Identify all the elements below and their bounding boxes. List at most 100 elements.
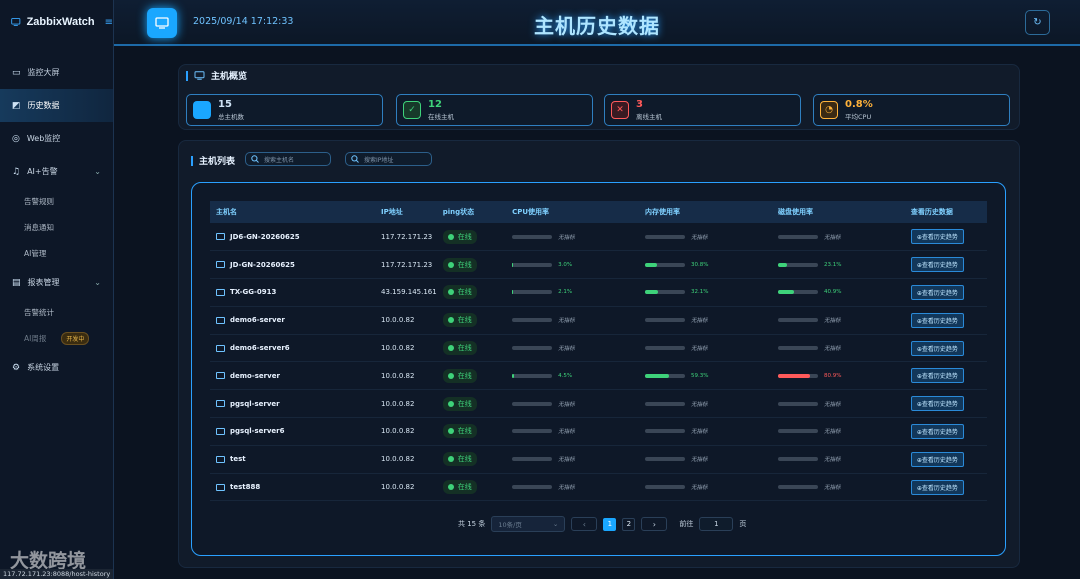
sidebar-item[interactable]: 消息通知 xyxy=(0,214,113,240)
host-name: demo6-server6 xyxy=(230,344,290,353)
usage-track xyxy=(512,401,553,406)
sidebar-item-label: 报表管理 xyxy=(27,278,60,287)
history-cell: ⊕查看历史趋势 xyxy=(905,306,987,334)
globe-icon: ◎ xyxy=(12,133,20,144)
view-history-button[interactable]: ⊕查看历史趋势 xyxy=(910,451,964,467)
table-row: JD-GN-20260625 117.72.171.23 在线 3.0% 30.8% 23… xyxy=(210,251,987,279)
view-history-button[interactable]: ⊕查看历史趋势 xyxy=(910,284,964,300)
ping-status-text: 在线 xyxy=(457,427,472,436)
sidebar-item[interactable]: ⚙ 系统设置 xyxy=(0,351,113,384)
page-button-2[interactable]: 2 xyxy=(622,517,636,531)
view-history-button[interactable]: ⊕查看历史趋势 xyxy=(910,423,964,439)
sidebar-item[interactable]: 告警统计 xyxy=(0,299,113,325)
memory-usage-cell: 32.1% xyxy=(639,279,772,307)
usage-track xyxy=(777,318,818,323)
page-button-1[interactable]: 1 xyxy=(603,517,617,531)
sidebar-item[interactable]: ◩ 历史数据 xyxy=(0,89,113,122)
sidebar-item[interactable]: AI周报 开发中 xyxy=(0,325,113,351)
table-row: JD6-GN-20260625 117.72.171.23 在线 无指标 无指标 无指标 ⊕… xyxy=(210,223,987,251)
memory-usage-cell: 无指标 xyxy=(639,418,772,446)
usage-track xyxy=(777,457,818,462)
host-name-cell: TX-GG-0913 xyxy=(210,279,375,307)
sidebar-item[interactable]: AI管理 xyxy=(0,240,113,266)
sidebar-item-label: 监控大屏 xyxy=(27,68,60,77)
server-icon xyxy=(193,101,211,119)
view-history-button[interactable]: ⊕查看历史趋势 xyxy=(910,479,964,495)
usage-track xyxy=(645,485,685,490)
usage-track xyxy=(777,346,818,351)
pagination: 共 15 条 10条/页 ⌄ ‹ 1 2 › 前往 1 页 xyxy=(458,516,746,532)
sidebar-item[interactable]: ▤ 报表管理 ⌄ xyxy=(0,266,113,299)
sidebar-item[interactable]: ♫ AI+告警 ⌄ xyxy=(0,155,113,188)
screen-toggle-button[interactable] xyxy=(147,8,177,38)
column-header: 主机名 xyxy=(216,208,237,216)
search-host-placeholder: 搜索主机名 xyxy=(264,156,295,164)
memory-usage-cell: 无指标 xyxy=(639,390,772,418)
usage-track xyxy=(512,485,553,490)
host-name: JD-GN-20260625 xyxy=(230,260,295,269)
monitor-icon xyxy=(216,427,225,435)
usage-track xyxy=(777,485,818,490)
menu-toggle-icon[interactable]: ≡ xyxy=(105,17,113,28)
usage-fill xyxy=(777,290,795,295)
monitor-icon xyxy=(216,288,225,296)
chevron-right-icon: › xyxy=(652,519,656,529)
usage-fill xyxy=(645,262,658,267)
search-icon xyxy=(351,155,359,163)
usage-track xyxy=(777,401,818,406)
view-history-button[interactable]: ⊕查看历史趋势 xyxy=(910,340,964,356)
view-history-button[interactable]: ⊕查看历史趋势 xyxy=(910,368,964,384)
usage-meter: 无指标 xyxy=(645,427,772,435)
search-host-input[interactable]: 搜索主机名 xyxy=(245,152,331,166)
usage-value: 40.9% xyxy=(823,289,842,296)
usage-value: 无指标 xyxy=(823,485,841,492)
page-size-select[interactable]: 10条/页 ⌄ xyxy=(491,516,566,532)
refresh-button[interactable]: ↻ xyxy=(1025,10,1050,35)
host-name: test888 xyxy=(230,483,261,492)
usage-fill xyxy=(645,290,658,295)
usage-meter: 无指标 xyxy=(645,316,772,324)
memory-usage-cell: 无指标 xyxy=(639,445,772,473)
next-page-button[interactable]: › xyxy=(641,517,668,531)
cpu-usage-cell: 无指标 xyxy=(506,418,639,446)
ping-status-text: 在线 xyxy=(457,344,472,353)
title-bar-accent xyxy=(186,70,188,81)
sidebar-item[interactable]: 告警规则 xyxy=(0,188,113,214)
sidebar-item[interactable]: ◎ Web监控 xyxy=(0,122,113,155)
host-table-container: 主机名 IP地址 ping状态 CPU使用率 内存使用率 磁盘使用率 查看历史数据 JD6-… xyxy=(191,182,1006,556)
monitor-icon xyxy=(216,261,225,269)
column-header: 查看历史数据 xyxy=(910,208,953,216)
usage-fill xyxy=(512,373,514,378)
cpu-usage-cell: 2.1% xyxy=(506,279,639,307)
monitor-icon xyxy=(216,316,225,324)
ping-cell: 在线 xyxy=(437,334,506,362)
usage-value: 4.5% xyxy=(558,372,573,379)
chevron-left-icon: ‹ xyxy=(582,519,586,529)
search-ip-input[interactable]: 搜索IP地址 xyxy=(345,152,432,166)
monitor-icon xyxy=(216,372,225,380)
view-history-button[interactable]: ⊕查看历史趋势 xyxy=(910,396,964,412)
prev-page-button[interactable]: ‹ xyxy=(571,517,598,531)
table-row: demo-server 10.0.0.82 在线 4.5% 59.3% 80.9% ⊕查看历… xyxy=(210,362,987,390)
usage-value: 无指标 xyxy=(691,346,708,353)
goto-page-input[interactable]: 1 xyxy=(699,517,734,531)
view-history-button[interactable]: ⊕查看历史趋势 xyxy=(910,257,964,273)
view-history-button[interactable]: ⊕查看历史趋势 xyxy=(910,312,964,328)
table-row: pgsql-server6 10.0.0.82 在线 无指标 无指标 无指标 ⊕查看历史趋势 xyxy=(210,418,987,446)
usage-meter: 无指标 xyxy=(777,455,905,463)
usage-fill xyxy=(512,262,514,267)
view-history-button[interactable]: ⊕查看历史趋势 xyxy=(910,229,964,245)
sidebar-item-label: 告警规则 xyxy=(24,196,54,206)
usage-track xyxy=(512,429,553,434)
history-cell: ⊕查看历史趋势 xyxy=(905,362,987,390)
history-cell: ⊕查看历史趋势 xyxy=(905,251,987,279)
title-bar-accent xyxy=(191,155,193,166)
status-dot-icon xyxy=(447,484,454,491)
stat-card-cpu: ◔ 0.8% 平均CPU xyxy=(813,94,1010,126)
ip-cell: 10.0.0.82 xyxy=(381,316,415,325)
sidebar-item[interactable]: ▭ 监控大屏 xyxy=(0,56,113,89)
column-header: CPU使用率 xyxy=(512,208,550,216)
ip-cell: 10.0.0.82 xyxy=(381,483,415,492)
stat-card-offline: ✕ 3 离线主机 xyxy=(604,94,801,126)
ping-status-badge: 在线 xyxy=(442,424,477,439)
